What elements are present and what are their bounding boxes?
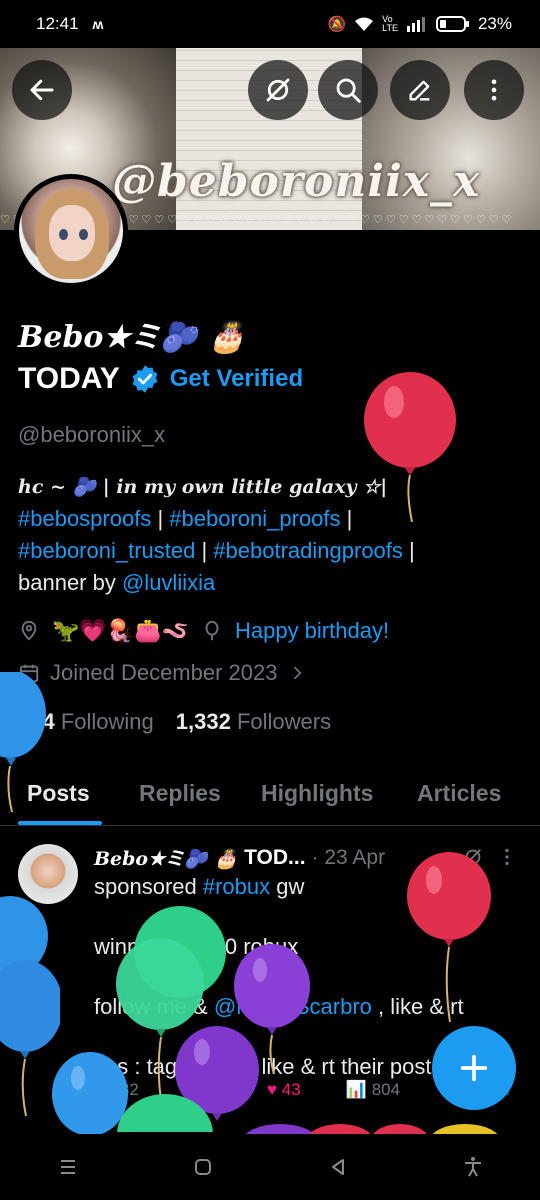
grok-button[interactable] xyxy=(248,60,308,120)
joined-row: Joined December 2023 xyxy=(18,660,307,686)
more-options-button[interactable] xyxy=(464,60,524,120)
back-nav-icon[interactable] xyxy=(326,1155,350,1179)
battery-icon xyxy=(435,16,469,32)
balloon-icon xyxy=(205,620,219,641)
following-link[interactable]: 394 Following xyxy=(18,709,154,735)
plus-icon xyxy=(460,1054,488,1082)
followers-link[interactable]: 1,332 Followers xyxy=(176,709,331,735)
signal-icon xyxy=(406,17,425,32)
banner-title: @beboroniix_x xyxy=(112,156,481,207)
home-icon[interactable] xyxy=(191,1155,215,1179)
battery-percent: 23% xyxy=(477,14,512,33)
post-date: · 23 Apr xyxy=(311,845,386,869)
reply-button[interactable]: 💬 32 xyxy=(94,1080,139,1100)
profile-tabs: Posts Replies Highlights Articles xyxy=(0,766,540,826)
calendar-icon xyxy=(19,664,39,683)
bio-hashtag[interactable]: #bebosproofs xyxy=(18,506,151,531)
pencil-icon xyxy=(409,80,430,101)
back-button[interactable] xyxy=(12,60,72,120)
post-hashtag[interactable]: #robux xyxy=(203,874,270,899)
today-row: TODAY Get Verified xyxy=(18,362,303,396)
more-vertical-icon xyxy=(491,79,497,101)
recent-apps-icon[interactable] xyxy=(56,1155,80,1179)
tab-replies[interactable]: Replies xyxy=(139,780,221,807)
bio-hashtag[interactable]: #beboroni_trusted xyxy=(18,538,195,563)
accessibility-icon[interactable] xyxy=(461,1155,485,1179)
status-bar: 12:41 ʍ 🔕 Vo LTE 23% xyxy=(0,0,540,48)
display-name: Bebo★ミ🫐 🎂 xyxy=(18,320,246,355)
chevron-right-icon[interactable] xyxy=(287,663,307,683)
location-pin-icon xyxy=(21,620,37,641)
verified-badge-icon xyxy=(132,365,158,393)
repost-button[interactable]: ⟲ 40 xyxy=(184,1080,222,1100)
like-button[interactable]: ♥ 43 xyxy=(267,1080,301,1100)
bio-hashtag[interactable]: #beboroni_proofs xyxy=(169,506,340,531)
compose-post-button[interactable] xyxy=(432,1026,516,1110)
arrow-left-icon xyxy=(30,79,54,101)
tab-highlights[interactable]: Highlights xyxy=(261,780,373,807)
wifi-icon xyxy=(355,17,374,31)
bio-tagline: hc ~ 🫐 | in my own little galaxy ☆| xyxy=(18,476,388,498)
profile-meta: 🦖💗🪼👛🪱 Happy birthday! xyxy=(18,618,389,644)
post-author-today: TOD... xyxy=(244,845,306,869)
tab-posts[interactable]: Posts xyxy=(27,780,90,807)
mute-icon: 🔕 xyxy=(327,16,347,33)
banner-credit-mention[interactable]: @luvliixia xyxy=(122,570,215,595)
user-handle: @beboroniix_x xyxy=(18,422,166,447)
post-header: Bebo★ミ🫐 🎂 TOD... · 23 Apr xyxy=(94,844,385,871)
notification-icon: ʍ xyxy=(92,16,104,32)
profile-avatar[interactable] xyxy=(14,174,128,288)
system-navigation-bar xyxy=(0,1134,540,1200)
post-grok-icon[interactable] xyxy=(462,846,484,868)
post-avatar[interactable] xyxy=(18,844,78,904)
location-text: 🦖💗🪼👛🪱 xyxy=(52,618,189,643)
get-verified-link[interactable]: Get Verified xyxy=(170,365,303,393)
follow-counts: 394 Following 1,332 Followers xyxy=(18,709,331,735)
volte-icon: Vo LTE xyxy=(382,14,398,33)
grok-icon xyxy=(266,78,290,102)
edit-button[interactable] xyxy=(390,60,450,120)
birthday-link[interactable]: Happy birthday! xyxy=(235,618,389,644)
search-button[interactable] xyxy=(318,60,378,120)
post-more-icon[interactable] xyxy=(496,846,518,868)
post-author-name: Bebo★ミ🫐 🎂 xyxy=(94,848,239,870)
views-button[interactable]: 📊 804 xyxy=(346,1080,400,1100)
joined-date: Joined December 2023 xyxy=(50,660,278,685)
bio-hashtag[interactable]: #bebotradingproofs xyxy=(213,538,403,563)
today-label: TODAY xyxy=(18,362,120,395)
clock: 12:41 xyxy=(36,14,79,33)
profile-bio: hc ~ 🫐 | in my own little galaxy ☆| #beb… xyxy=(18,476,415,595)
tab-articles[interactable]: Articles xyxy=(417,780,501,807)
search-icon xyxy=(336,78,361,103)
active-tab-indicator xyxy=(18,821,102,825)
post-mention[interactable]: @MeowScarbro xyxy=(214,994,372,1019)
